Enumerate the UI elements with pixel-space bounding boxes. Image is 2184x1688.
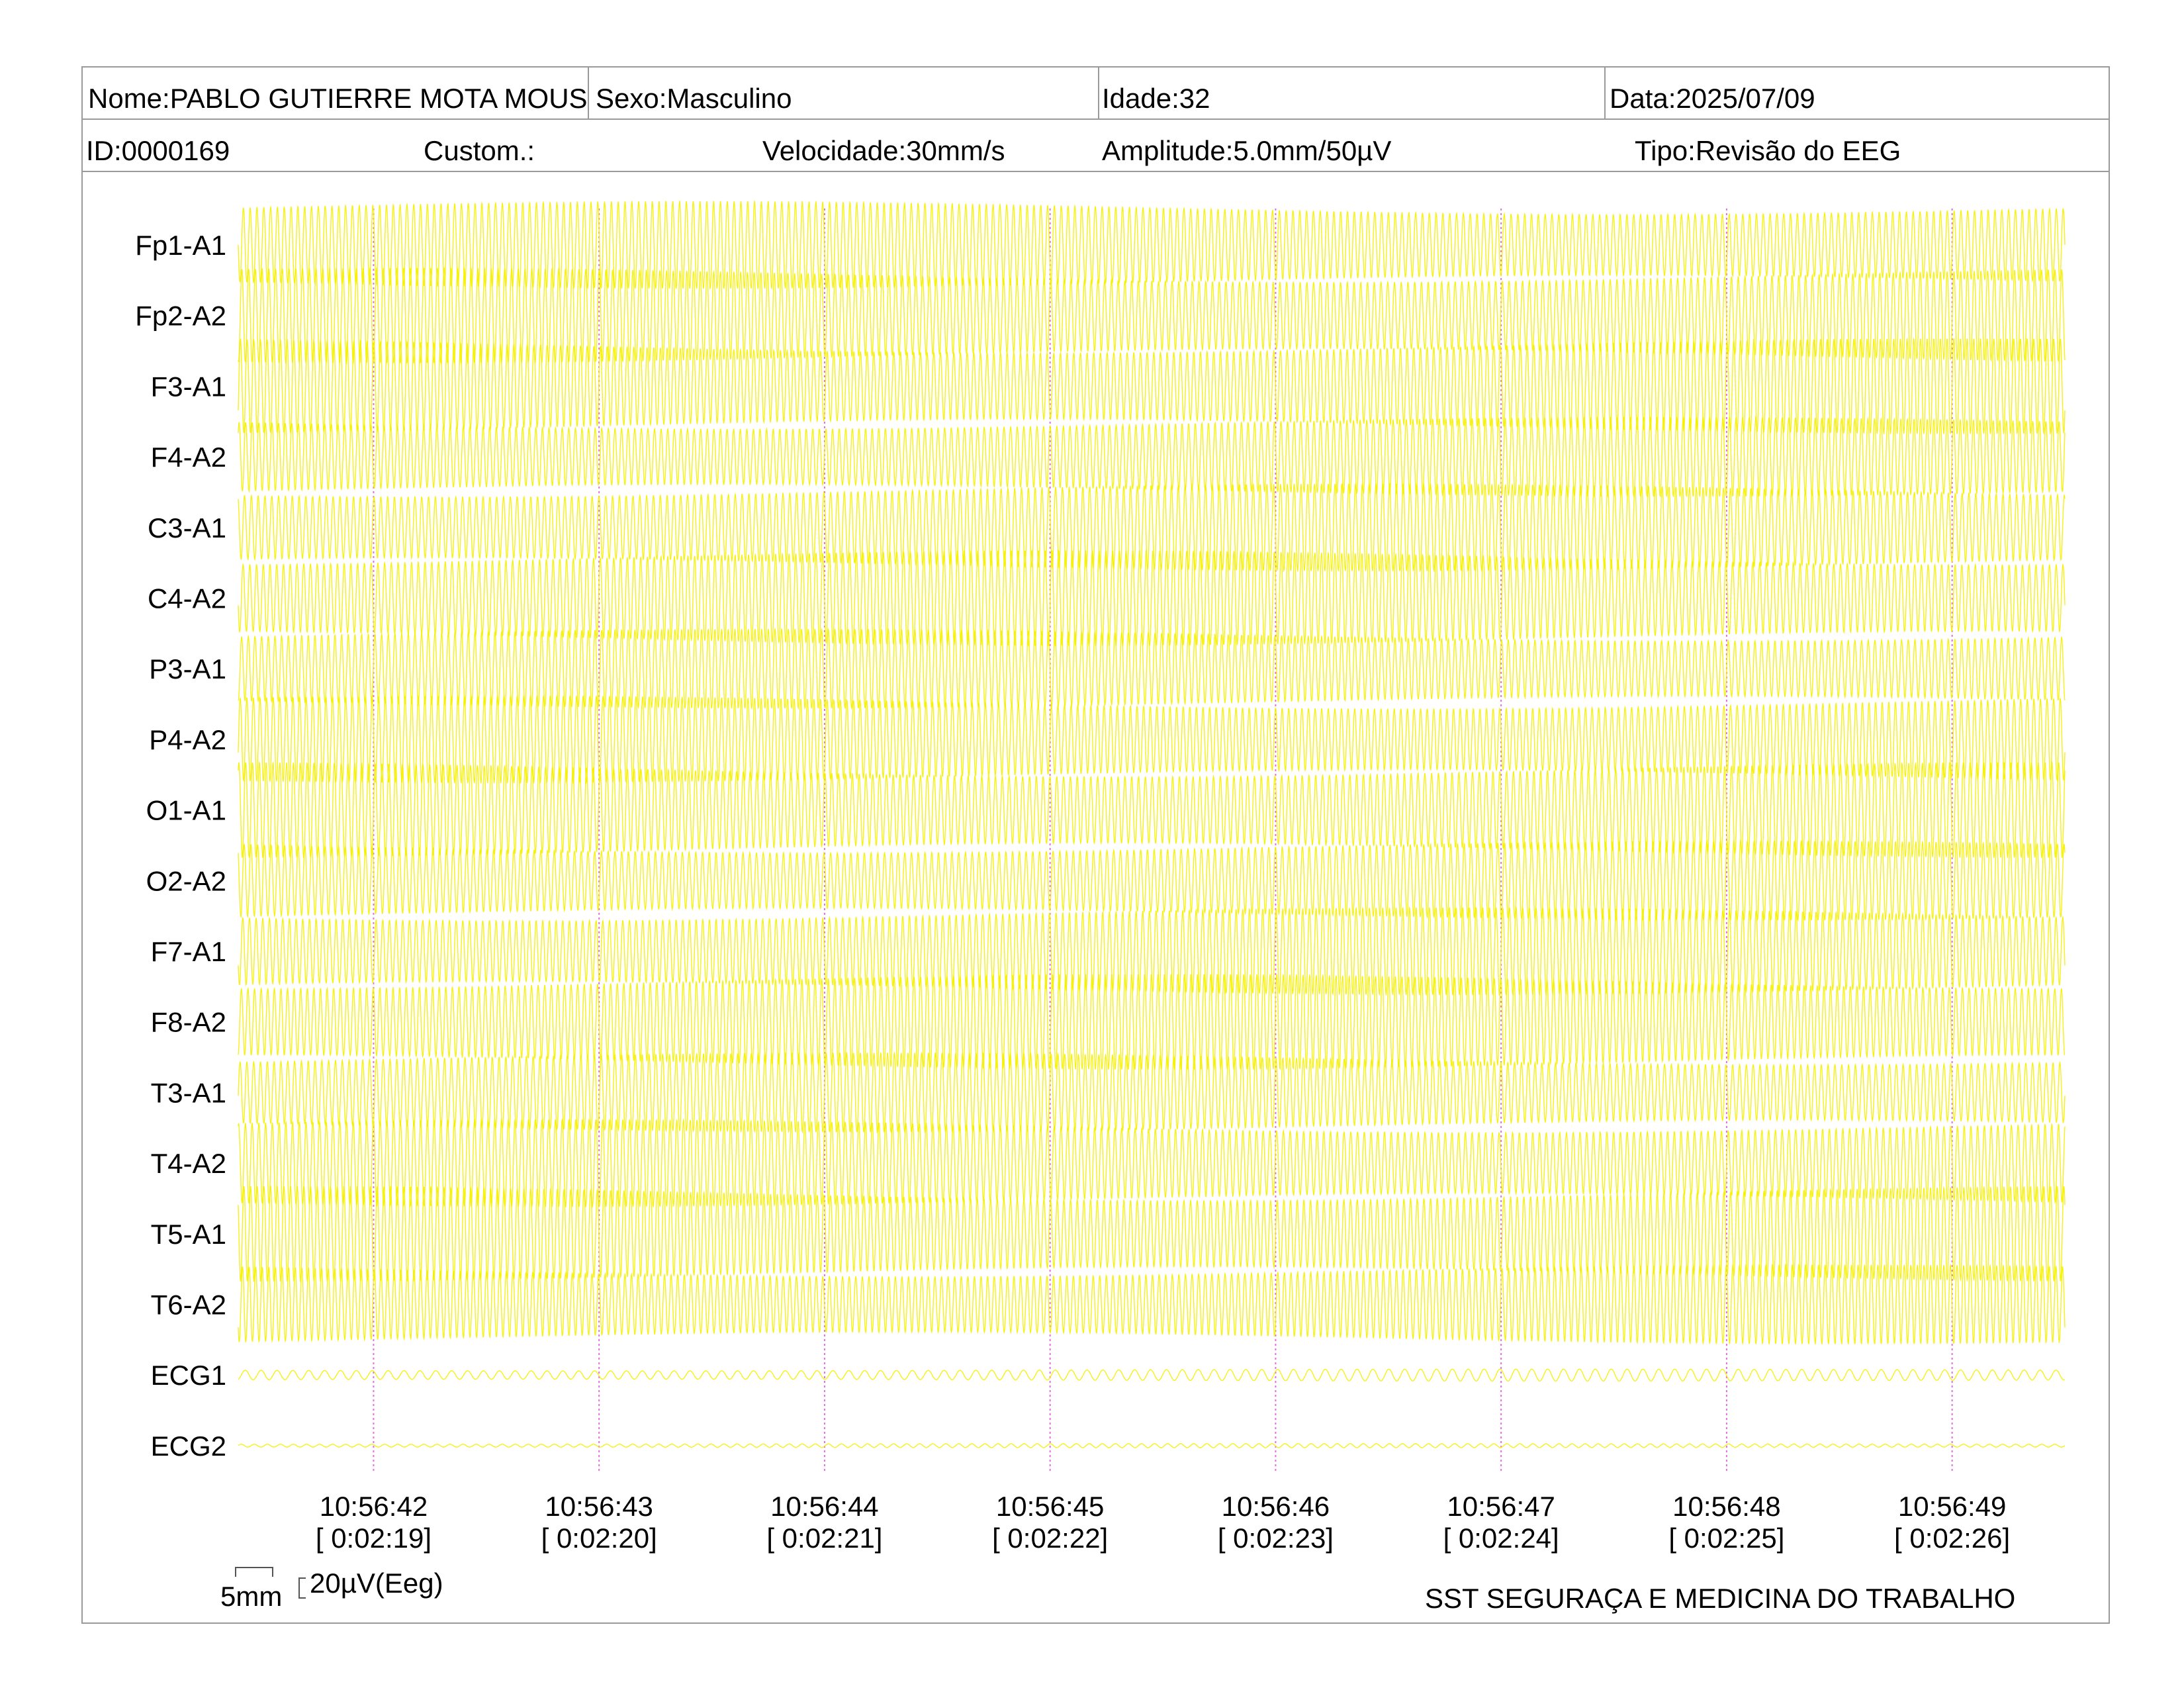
channel-label-ecg2: ECG2	[151, 1430, 226, 1462]
channel-label-p3-a1: P3-A1	[149, 653, 226, 684]
tick-time-1: 10:56:43	[545, 1491, 653, 1522]
channel-label-fp2-a2: Fp2-A2	[135, 301, 226, 332]
company-name: SST SEGURAÇA E MEDICINA DO TRABALHO	[1425, 1583, 2016, 1614]
time-scale-label: 5mm	[220, 1581, 283, 1612]
channel-label-fp1-a1: Fp1-A1	[135, 230, 226, 261]
tick-elapsed-0: [ 0:02:19]	[316, 1523, 432, 1554]
tick-elapsed-3: [ 0:02:22]	[992, 1523, 1108, 1554]
channel-label-t3-a1: T3-A1	[151, 1077, 226, 1108]
tick-time-4: 10:56:46	[1222, 1491, 1330, 1522]
trace-fp2-a2	[238, 266, 2066, 365]
tick-time-6: 10:56:48	[1672, 1491, 1781, 1522]
tick-elapsed-5: [ 0:02:24]	[1443, 1523, 1559, 1554]
tick-time-3: 10:56:45	[996, 1491, 1105, 1522]
trace-f3-a1	[238, 337, 2066, 436]
channel-label-t4-a2: T4-A2	[151, 1148, 226, 1179]
trace-c3-a1	[238, 482, 2066, 573]
channel-label-t5-a1: T5-A1	[151, 1219, 226, 1250]
trace-o1-a1	[238, 761, 2066, 859]
channel-label-c3-a1: C3-A1	[148, 512, 226, 543]
tick-elapsed-1: [ 0:02:20]	[541, 1523, 657, 1554]
trace-t6-a2	[238, 1263, 2066, 1345]
channel-label-t6-a2: T6-A2	[151, 1289, 226, 1321]
tick-time-5: 10:56:47	[1447, 1491, 1555, 1522]
channel-label-p4-a2: P4-A2	[149, 724, 226, 755]
tick-elapsed-2: [ 0:02:21]	[766, 1523, 882, 1554]
tick-elapsed-6: [ 0:02:25]	[1668, 1523, 1784, 1554]
eeg-chart: Fp1-A1 Fp2-A2 F3-A1 F4-A2 C3-A1 C4-A2 P3-A1 P4-…	[135, 199, 2066, 1599]
trace-ecg1	[238, 1368, 2066, 1382]
tick-time-0: 10:56:42	[320, 1491, 428, 1522]
tick-elapsed-4: [ 0:02:23]	[1218, 1523, 1334, 1554]
trace-c4-a2	[238, 549, 2066, 647]
channel-label-o2-a2: O2-A2	[146, 865, 226, 896]
trace-o2-a2	[238, 839, 2066, 922]
eeg-traces	[238, 199, 2066, 1448]
trace-p3-a1	[238, 627, 2066, 710]
tick-elapsed-7: [ 0:02:26]	[1894, 1523, 2010, 1554]
time-tick-labels: 10:56:42[ 0:02:19] 10:56:43[ 0:02:20] 10:5…	[316, 1491, 2010, 1554]
channel-labels: Fp1-A1 Fp2-A2 F3-A1 F4-A2 C3-A1 C4-A2 P3-A1 P4-…	[135, 230, 226, 1462]
tick-time-2: 10:56:44	[770, 1491, 879, 1522]
channel-label-f7-a1: F7-A1	[151, 936, 226, 967]
trace-t3-a1	[238, 1051, 2066, 1134]
channel-label-ecg1: ECG1	[151, 1360, 226, 1391]
channel-label-f8-a2: F8-A2	[151, 1007, 226, 1038]
tick-time-7: 10:56:49	[1898, 1491, 2007, 1522]
amplitude-scale-label: 20µV(Eeg)	[310, 1568, 443, 1599]
channel-label-f3-a1: F3-A1	[151, 371, 226, 402]
trace-ecg2	[238, 1443, 2066, 1448]
channel-label-f4-a2: F4-A2	[151, 442, 226, 473]
trace-f8-a2	[238, 973, 2066, 1071]
channel-label-c4-a2: C4-A2	[148, 583, 226, 614]
channel-label-o1-a1: O1-A1	[146, 795, 226, 826]
